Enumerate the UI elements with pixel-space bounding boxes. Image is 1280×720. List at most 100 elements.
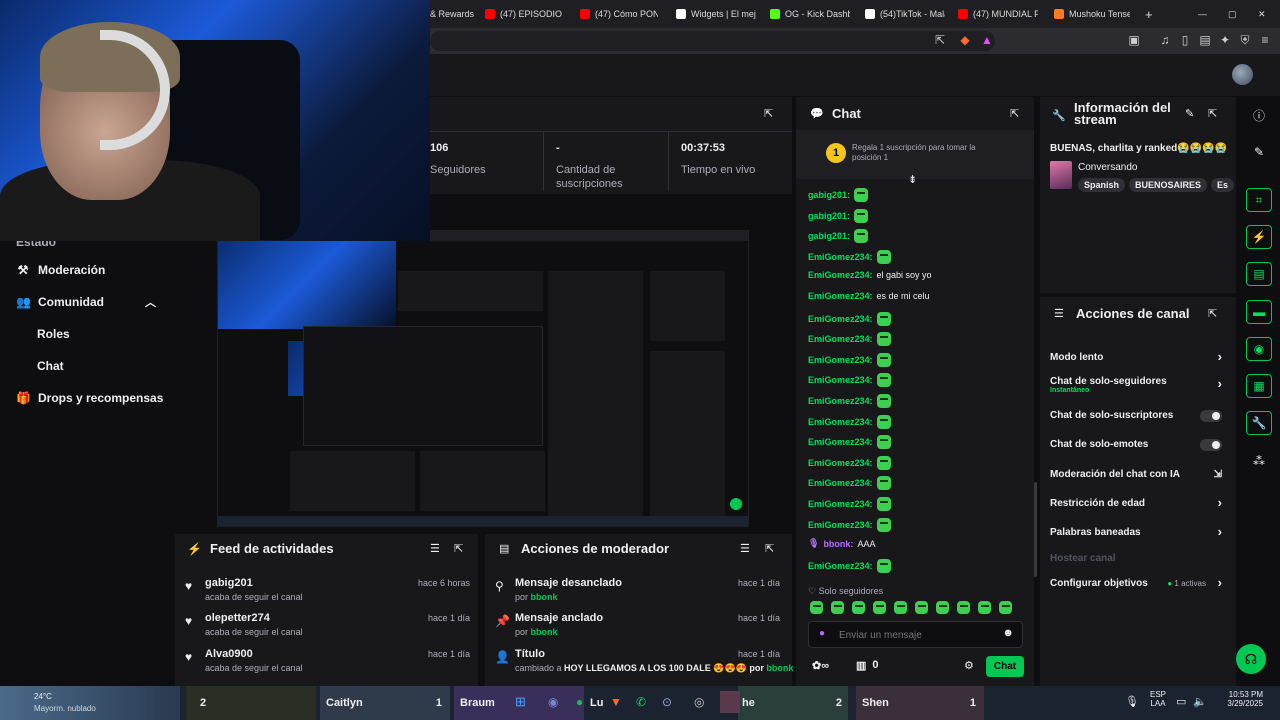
emote-picker-icon[interactable]	[810, 601, 823, 614]
send-chat-button[interactable]: Chat	[986, 656, 1024, 677]
browser-tab[interactable]: Mushoku Tensei	[1054, 4, 1130, 24]
minimize-button[interactable]: —	[1198, 4, 1212, 24]
chat-message[interactable]: EmiGomez234:	[808, 332, 891, 347]
whatsapp-icon[interactable]: ✆	[636, 695, 646, 709]
edit-icon[interactable]: ✎	[1185, 107, 1194, 120]
filter-icon[interactable]: ☰	[430, 542, 440, 555]
emote-picker-icon[interactable]	[936, 601, 949, 614]
lightning-icon[interactable]: ⚡	[1246, 225, 1272, 249]
filter-icon[interactable]: ☰	[740, 542, 750, 555]
chat-icon[interactable]: ▬	[1246, 300, 1272, 324]
action-emotes-only[interactable]: Chat de solo-emotes	[1040, 436, 1236, 456]
emote-picker-icon[interactable]	[915, 601, 928, 614]
taskbar-slot[interactable]: Caitlyn 1	[320, 686, 450, 720]
chat-username[interactable]: EmiGomez234:	[808, 291, 873, 301]
popout-icon[interactable]: ⇱	[1208, 107, 1217, 120]
emote-picker-icon[interactable]	[999, 601, 1012, 614]
emotes-only-toggle[interactable]	[1200, 439, 1222, 451]
action-goals[interactable]: Configurar objetivos ● 1 activas ›	[1040, 575, 1236, 595]
chat-username[interactable]: EmiGomez234:	[808, 334, 873, 344]
mod-action-user[interactable]: bbonk	[531, 627, 558, 637]
chat-username[interactable]: EmiGomez234:	[808, 417, 873, 427]
music-icon[interactable]: ♫	[1158, 33, 1172, 47]
help-button[interactable]: ☊	[1236, 644, 1266, 674]
action-subs-only[interactable]: Chat de solo-suscriptores	[1040, 407, 1236, 427]
chat-username[interactable]: EmiGomez234:	[808, 561, 873, 571]
mod-action-item[interactable]: ⚲ Mensaje desanclado por bbonk hace 1 dí…	[495, 577, 785, 609]
chat-message[interactable]: EmiGomez234: el gabi soy yo	[808, 270, 932, 280]
chat-username[interactable]: EmiGomez234:	[808, 314, 873, 324]
weather-widget[interactable]: 24°C Mayorm. nublado	[0, 686, 180, 720]
menu-icon[interactable]: ≡	[1258, 33, 1272, 47]
popout-icon[interactable]: ⇱	[764, 107, 773, 120]
chat-input[interactable]	[839, 626, 994, 644]
chat-message[interactable]: EmiGomez234:	[808, 373, 891, 388]
feed-item[interactable]: ♥ gabig201 acaba de seguir el canal hace…	[185, 577, 475, 609]
sidebar-item-roles[interactable]: Roles	[37, 327, 70, 341]
chat-message[interactable]: EmiGomez234:	[808, 352, 891, 367]
chat-message[interactable]: EmiGomez234:	[808, 455, 891, 470]
emote-picker-icon[interactable]	[957, 601, 970, 614]
tag[interactable]: Spanish	[1078, 178, 1126, 192]
league-icon[interactable]	[720, 691, 740, 713]
url-field[interactable]	[430, 31, 995, 51]
browser-tab[interactable]: (47) MUNDIAL PI	[958, 4, 1038, 24]
channel-points-icon[interactable]: ✿∞	[812, 659, 829, 672]
popout-icon[interactable]: ⇱	[765, 542, 774, 555]
share-icon[interactable]: ⇱	[933, 33, 947, 47]
mod-action-item[interactable]: 📌 Mensaje anclado por bbonk hace 1 día	[495, 612, 785, 644]
wrench-icon[interactable]: 🔧	[1246, 411, 1272, 435]
brave-rewards-icon[interactable]: ▲	[980, 33, 994, 47]
leo-icon[interactable]: ✦	[1218, 33, 1232, 47]
media-icon[interactable]: ▦	[1246, 374, 1272, 398]
emote-picker-icon[interactable]	[852, 601, 865, 614]
sidebar-item-comunidad[interactable]: 👥 Comunidad ︿	[16, 295, 156, 309]
edit-icon[interactable]: ✎	[1246, 140, 1272, 164]
category-name[interactable]: Conversando	[1078, 162, 1137, 173]
obs-icon[interactable]: ◎	[694, 695, 704, 709]
volume-icon[interactable]: 🔈	[1193, 695, 1207, 708]
chat-username[interactable]: gabig201:	[808, 190, 850, 200]
action-ai-moderation[interactable]: Moderación del chat con IA ⇲	[1040, 466, 1236, 486]
chat-username[interactable]: gabig201:	[808, 211, 850, 221]
steam-icon[interactable]: ⊙	[662, 695, 672, 709]
action-followers-only[interactable]: Chat de solo-seguidores Instantáneo ›	[1040, 373, 1236, 399]
browser-tab[interactable]: (54)TikTok - Mala	[865, 4, 945, 24]
tag[interactable]: Es	[1211, 178, 1235, 192]
chat-message[interactable]: gabig201:	[808, 188, 869, 202]
browser-tab[interactable]: Widgets | El mejo	[676, 4, 756, 24]
info-icon[interactable]: ⓘ	[1246, 103, 1272, 127]
chat-username[interactable]: gabig201:	[808, 231, 850, 241]
chat-message[interactable]: EmiGomez234:	[808, 476, 891, 491]
tag[interactable]: BUENOSAIRES	[1129, 178, 1208, 192]
popout-icon[interactable]: ⇱	[454, 542, 463, 555]
taskbar-slot[interactable]: 2	[186, 686, 316, 720]
chat-username[interactable]: EmiGomez234:	[808, 355, 873, 365]
windows-start-icon[interactable]: ⊞	[515, 695, 529, 709]
mod-action-item[interactable]: 👤 Título cambiado a HOY LLEGAMOS A LOS 1…	[495, 648, 793, 680]
mod-action-user[interactable]: bbonk	[531, 592, 558, 602]
browser-tab[interactable]: (47) Cómo PONE	[580, 4, 658, 24]
chat-message[interactable]: EmiGomez234:	[808, 249, 891, 264]
clip-icon[interactable]: ⌗	[1246, 188, 1272, 212]
chat-message[interactable]: EmiGomez234:	[808, 311, 891, 326]
chat-scrollbar[interactable]	[1034, 482, 1037, 577]
chat-message[interactable]: EmiGomez234:	[808, 414, 891, 429]
chat-message[interactable]: EmiGomez234: es de mi celu	[808, 291, 930, 301]
chat-message[interactable]: gabig201:	[808, 229, 869, 244]
chat-username[interactable]: EmiGomez234:	[808, 396, 873, 406]
spotify-icon[interactable]: ●	[576, 695, 583, 709]
stream-preview-video[interactable]	[217, 230, 749, 527]
action-banned-words[interactable]: Palabras baneadas ›	[1040, 524, 1236, 544]
chat-message[interactable]: EmiGomez234:	[808, 497, 891, 511]
close-window-button[interactable]: ✕	[1258, 4, 1272, 24]
chat-message[interactable]: EmiGomez234:	[808, 394, 891, 408]
subs-only-toggle[interactable]	[1200, 410, 1222, 422]
browser-tab[interactable]: & Rewards	[430, 4, 478, 24]
sidebar-item-drops[interactable]: 🎁 Drops y recompensas	[16, 391, 163, 405]
chat-message[interactable]: EmiGomez234:	[808, 558, 891, 573]
chat-username[interactable]: EmiGomez234:	[808, 437, 873, 447]
vpn-icon[interactable]: ⛨	[1238, 33, 1252, 47]
browser-tab[interactable]: (47) EPISODIO CC	[485, 4, 563, 24]
chat-message[interactable]: 🎙 bbonk: AAA	[808, 538, 875, 549]
